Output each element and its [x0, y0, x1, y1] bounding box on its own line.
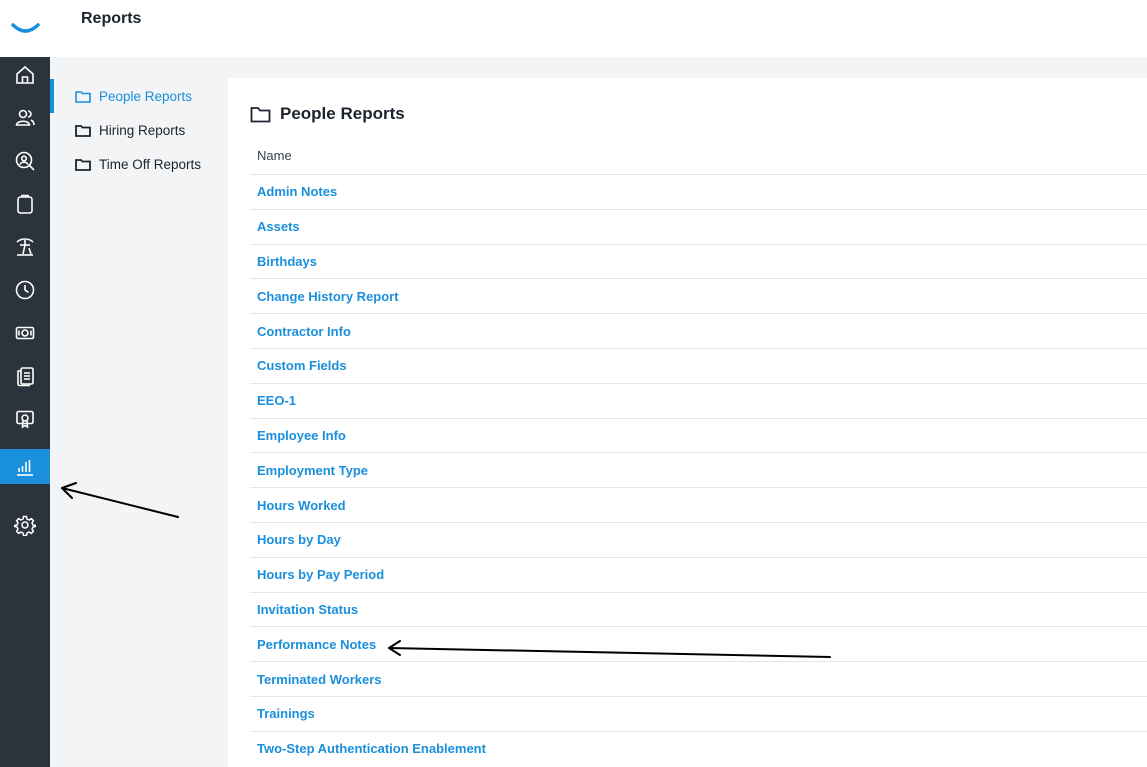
top-bar: Reports	[0, 0, 1147, 57]
table-row: Terminated Workers	[250, 661, 1147, 696]
table-row: Performance Notes	[250, 626, 1147, 661]
folder-hiring-reports[interactable]: Hiring Reports	[50, 113, 222, 147]
table-row: Hours by Pay Period	[250, 556, 1147, 592]
rail-item-time[interactable]	[0, 272, 50, 307]
table-row: Custom Fields	[250, 347, 1147, 383]
icon-rail	[0, 57, 50, 767]
report-link[interactable]: Employment Type	[257, 463, 368, 478]
rail-item-people[interactable]	[0, 100, 50, 135]
report-link[interactable]: Terminated Workers	[257, 672, 382, 687]
table-row: Invitation Status	[250, 591, 1147, 627]
folder-icon	[75, 90, 91, 103]
report-link[interactable]: Assets	[257, 219, 300, 234]
home-icon	[16, 65, 34, 84]
column-header-name[interactable]: Name	[257, 148, 292, 163]
money-icon	[15, 326, 35, 339]
certificate-icon	[16, 410, 34, 428]
rail-item-clipboard[interactable]	[0, 186, 50, 221]
rail-item-time-off[interactable]	[0, 229, 50, 264]
rail-item-documents[interactable]	[0, 358, 50, 393]
table-row: Contractor Info	[250, 313, 1147, 348]
report-link[interactable]: Employee Info	[257, 428, 346, 443]
rail-item-payroll[interactable]	[0, 315, 50, 350]
report-link[interactable]: Performance Notes	[257, 637, 376, 652]
report-link[interactable]: Trainings	[257, 706, 315, 721]
table-row: Hours by Day	[250, 521, 1147, 557]
report-link[interactable]: Birthdays	[257, 254, 317, 269]
table-row: Admin Notes	[250, 174, 1147, 209]
table-row: Hours Worked	[250, 487, 1147, 522]
page-title: Reports	[81, 10, 142, 27]
rail-item-training[interactable]	[0, 401, 50, 436]
report-link[interactable]: Hours by Pay Period	[257, 567, 384, 582]
report-link[interactable]: Admin Notes	[257, 184, 337, 199]
folder-people-reports[interactable]: People Reports	[50, 79, 222, 113]
table-row: Employee Info	[250, 417, 1147, 453]
rail-item-reports[interactable]	[0, 449, 50, 484]
report-folders: People Reports Hiring Reports Time Off R…	[50, 78, 222, 767]
folder-label: People Reports	[99, 88, 193, 104]
report-link[interactable]: Contractor Info	[257, 324, 351, 339]
clipboard-icon	[17, 194, 33, 214]
rail-item-search-person[interactable]	[0, 143, 50, 178]
report-link[interactable]: Change History Report	[257, 289, 399, 304]
folder-icon	[75, 158, 91, 171]
reports-panel: People Reports Name Admin Notes Assets B…	[228, 78, 1147, 767]
report-link[interactable]: Invitation Status	[257, 602, 358, 617]
report-link[interactable]: Hours Worked	[257, 498, 346, 513]
table-row: EEO-1	[250, 382, 1147, 418]
documents-icon	[17, 366, 34, 386]
report-link[interactable]: Hours by Day	[257, 532, 341, 547]
logo-icon[interactable]	[11, 22, 40, 36]
table-row: Two-Step Authentication Enablement	[250, 730, 1147, 766]
table-row: Trainings	[250, 695, 1147, 731]
table-row: Employment Type	[250, 452, 1147, 487]
section-title: People Reports	[280, 104, 405, 123]
table-row: Assets	[250, 208, 1147, 244]
folder-icon	[75, 124, 91, 137]
bar-chart-icon	[17, 459, 33, 476]
gear-icon	[14, 515, 36, 536]
search-person-icon	[15, 151, 35, 171]
people-icon	[15, 109, 35, 126]
rail-item-home[interactable]	[0, 57, 50, 92]
table-row: Birthdays	[250, 243, 1147, 279]
rail-item-settings[interactable]	[0, 507, 50, 542]
palm-tree-icon	[16, 237, 34, 256]
folder-icon	[250, 106, 271, 122]
section-heading: People Reports	[250, 104, 405, 124]
report-link[interactable]: EEO-1	[257, 393, 296, 408]
report-link[interactable]: Two-Step Authentication Enablement	[257, 741, 486, 756]
table-row: Change History Report	[250, 278, 1147, 313]
clock-icon	[15, 280, 35, 299]
folder-label: Hiring Reports	[99, 122, 186, 138]
report-link[interactable]: Custom Fields	[257, 358, 347, 373]
folder-time-off-reports[interactable]: Time Off Reports	[50, 147, 222, 181]
report-list: Admin Notes Assets Birthdays Change Hist…	[250, 174, 1147, 766]
folder-label: Time Off Reports	[99, 156, 202, 172]
